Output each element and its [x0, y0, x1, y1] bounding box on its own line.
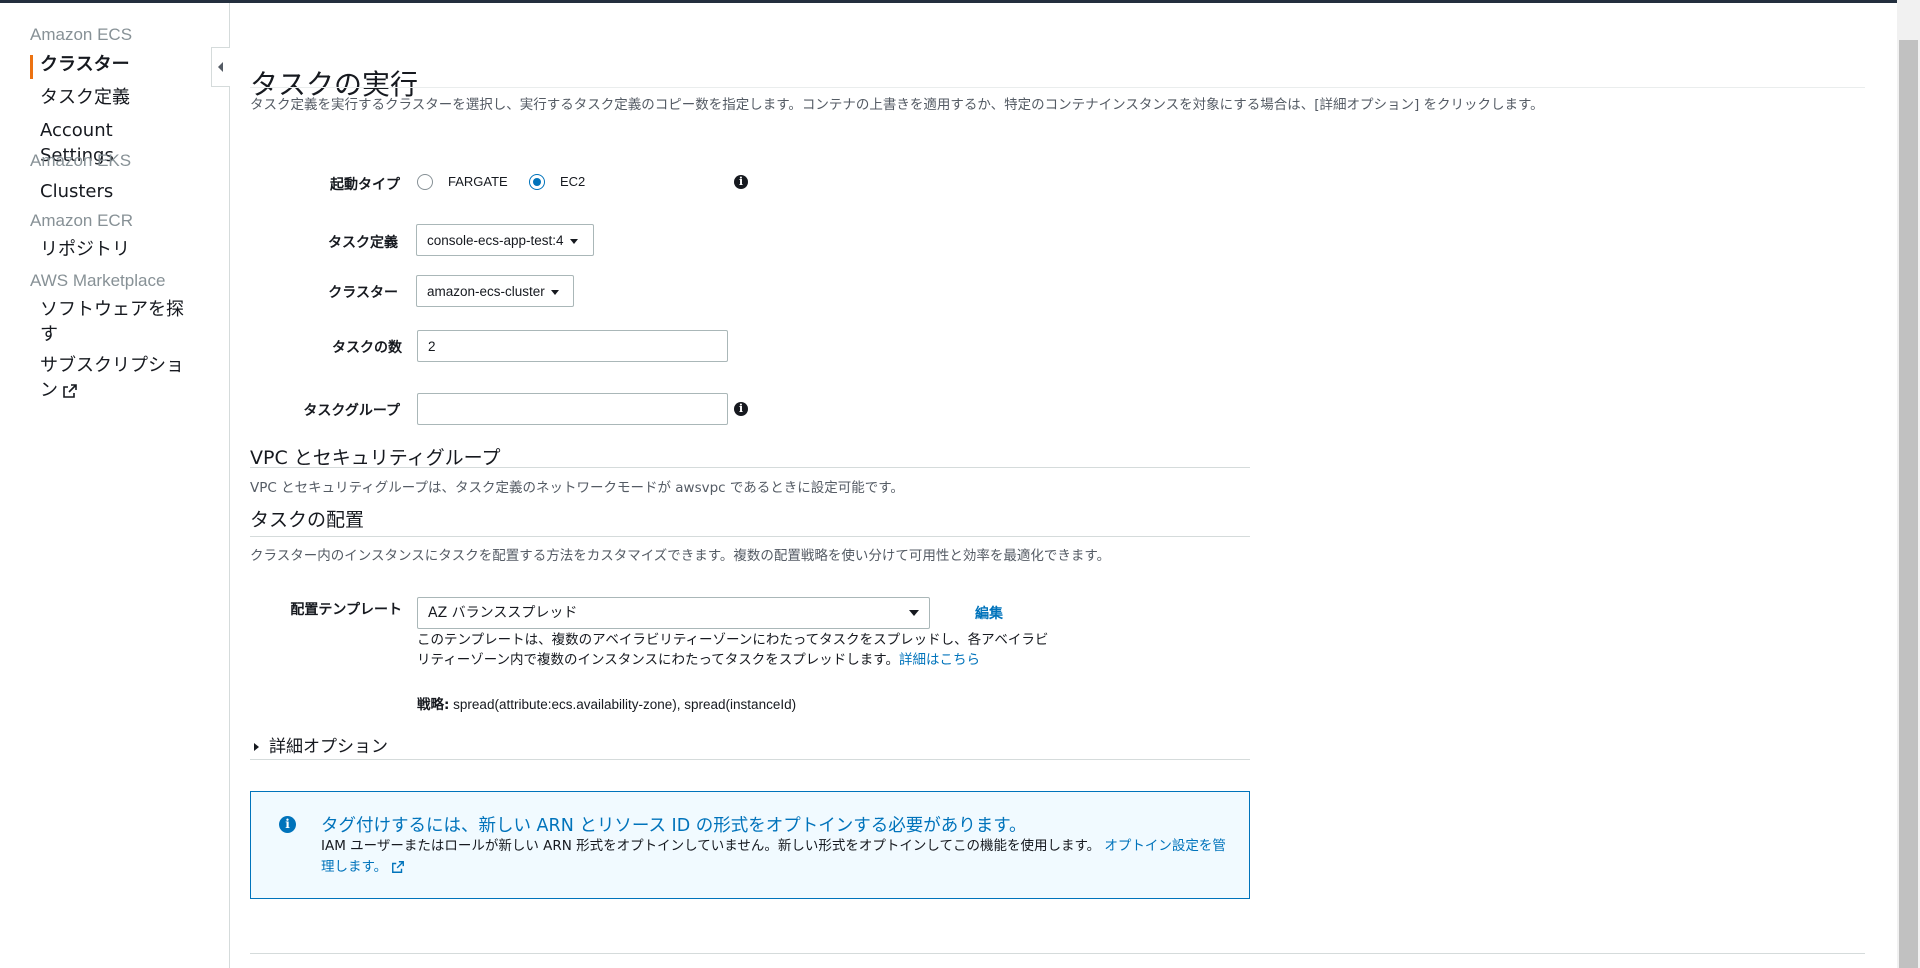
- caret-down-icon: [909, 610, 919, 616]
- info-icon-launch-type[interactable]: i: [734, 175, 748, 189]
- cluster-label: クラスター: [328, 285, 398, 301]
- cluster-value: amazon-ecs-cluster: [427, 284, 545, 299]
- task-definition-dropdown[interactable]: console-ecs-app-test:4: [416, 224, 594, 256]
- placement-edit-link[interactable]: 編集: [975, 603, 1003, 623]
- placement-template-label: 配置テンプレート: [290, 602, 402, 618]
- alert-body-text: IAM ユーザーまたはロールが新しい ARN 形式をオプトインしていません。新し…: [321, 838, 1101, 854]
- placement-strategy: 戦略: spread(attribute:ecs.availability-zo…: [417, 693, 796, 713]
- learn-more-link[interactable]: 詳細はこちら: [899, 652, 980, 668]
- launch-type-label: 起動タイプ: [330, 177, 400, 193]
- advanced-options-divider: [250, 759, 1250, 760]
- task-definition-label: タスク定義: [328, 235, 398, 251]
- sidebar-group-marketplace: AWS Marketplace: [30, 271, 166, 290]
- sidebar-item-discover-software[interactable]: ソフトウェアを探す: [40, 297, 190, 347]
- radio-fargate-label: FARGATE: [448, 174, 508, 189]
- task-definition-value: console-ecs-app-test:4: [427, 233, 564, 248]
- placement-template-description: このテンプレートは、複数のアベイラビリティーゾーンにわたってタスクをスプレッドし…: [417, 630, 1057, 670]
- vpc-section-title: VPC とセキュリティグループ: [250, 447, 501, 469]
- vpc-section-divider: [250, 467, 1250, 468]
- strategy-label: 戦略:: [417, 697, 450, 713]
- cluster-dropdown[interactable]: amazon-ecs-cluster: [416, 275, 574, 307]
- radio-ec2[interactable]: [529, 174, 545, 190]
- tagging-info-alert: i タグ付けするには、新しい ARN とリソース ID の形式をオプトインする必…: [250, 791, 1250, 899]
- task-count-label: タスクの数: [332, 340, 402, 356]
- caret-down-icon: [569, 238, 578, 244]
- alert-title: タグ付けするには、新しい ARN とリソース ID の形式をオプトインする必要が…: [321, 816, 1027, 836]
- sidebar: Amazon ECS クラスター タスク定義 Account Settings …: [0, 3, 230, 968]
- alert-body: IAM ユーザーまたはロールが新しい ARN 形式をオプトインしていません。新し…: [321, 836, 1226, 878]
- radio-ec2-label: EC2: [560, 174, 586, 189]
- task-group-input[interactable]: [417, 393, 728, 425]
- external-link-icon: [392, 861, 405, 873]
- sidebar-item-subscriptions[interactable]: サブスクリプション: [40, 353, 190, 403]
- main-content: タスクの実行 タスク定義を実行するクラスターを選択し、実行するタスク定義のコピー…: [250, 0, 1865, 968]
- sidebar-item-clusters[interactable]: クラスター: [40, 52, 190, 77]
- task-group-label: タスクグループ: [303, 403, 400, 419]
- advanced-options-label: 詳細オプション: [269, 737, 388, 757]
- placement-template-select[interactable]: AZ バランススプレッド: [417, 597, 930, 629]
- caret-right-icon: [254, 743, 259, 751]
- external-link-icon: [63, 384, 77, 398]
- footer-divider: [250, 953, 1865, 954]
- task-count-input[interactable]: [417, 330, 728, 362]
- sidebar-collapse-button[interactable]: [211, 47, 230, 87]
- info-icon-task-group[interactable]: i: [734, 402, 748, 416]
- placement-template-value: AZ バランススプレッド: [428, 605, 578, 621]
- caret-down-icon: [550, 289, 559, 295]
- scrollbar-thumb[interactable]: [1899, 40, 1918, 968]
- title-divider: [250, 87, 1865, 88]
- vpc-section-description: VPC とセキュリティグループは、タスク定義のネットワークモードが awsvpc…: [250, 480, 904, 496]
- sidebar-item-repositories[interactable]: リポジトリ: [40, 237, 190, 262]
- chevron-left-icon: [218, 62, 223, 72]
- radio-fargate[interactable]: [417, 174, 433, 190]
- page-description: タスク定義を実行するクラスターを選択し、実行するタスク定義のコピー数を指定します…: [250, 97, 1544, 113]
- sidebar-item-task-definitions[interactable]: タスク定義: [40, 85, 190, 110]
- sidebar-group-ecs: Amazon ECS: [30, 25, 133, 44]
- sidebar-group-ecr: Amazon ECR: [30, 211, 133, 230]
- strategy-value: spread(attribute:ecs.availability-zone),…: [453, 697, 797, 712]
- sidebar-item-eks-clusters[interactable]: Clusters: [40, 179, 190, 204]
- sidebar-group-eks: Amazon EKS: [30, 151, 132, 170]
- placement-section-divider: [250, 536, 1250, 537]
- placement-section-title: タスクの配置: [250, 509, 365, 531]
- active-indicator: [30, 55, 33, 79]
- info-icon: i: [279, 816, 296, 833]
- advanced-options-toggle[interactable]: 詳細オプション: [254, 732, 388, 757]
- placement-section-description: クラスター内のインスタンスにタスクを配置する方法をカスタマイズできます。複数の配…: [250, 548, 1111, 564]
